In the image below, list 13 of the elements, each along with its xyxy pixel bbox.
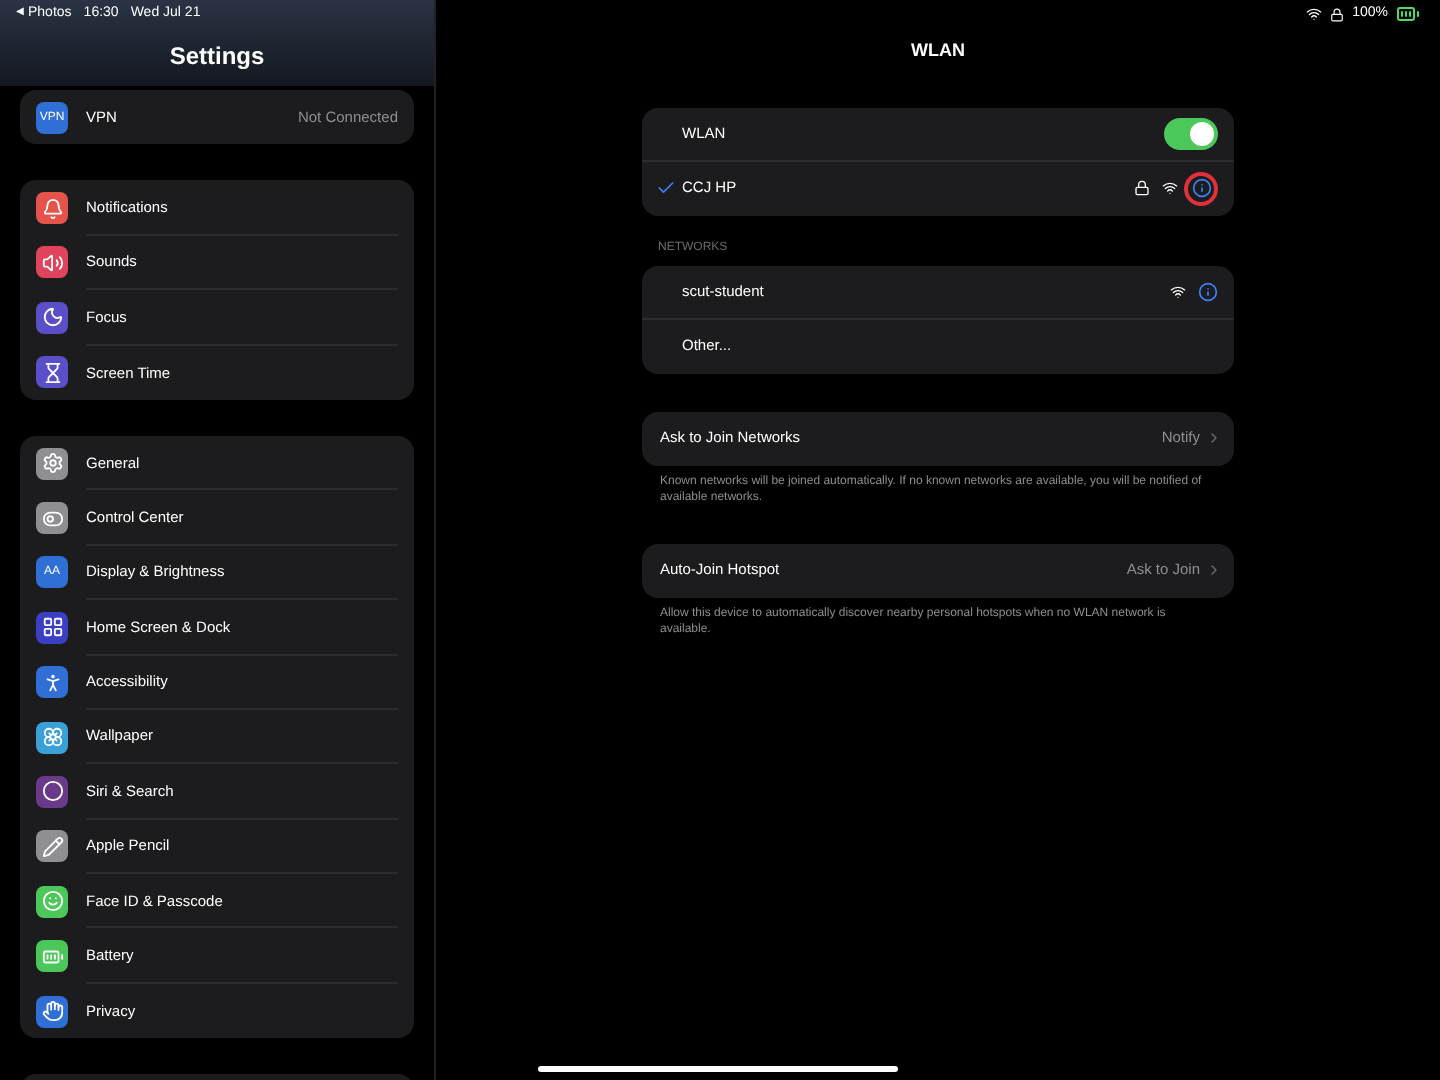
checkmark-icon <box>656 178 676 198</box>
wifi-icon <box>1162 180 1178 196</box>
lock-icon <box>1330 7 1345 21</box>
sidebar-title: Settings <box>167 40 267 74</box>
page-title: WLAN <box>909 38 967 64</box>
wifi-icon <box>1306 6 1323 22</box>
info-icon[interactable] <box>1198 281 1218 301</box>
chevron-icon <box>1206 430 1222 446</box>
chevron-icon <box>1206 562 1222 578</box>
wifi-icon <box>1170 283 1186 299</box>
wlan-toggle[interactable] <box>1164 117 1218 149</box>
battery-icon <box>1396 2 1420 26</box>
info-icon[interactable] <box>1191 178 1211 198</box>
